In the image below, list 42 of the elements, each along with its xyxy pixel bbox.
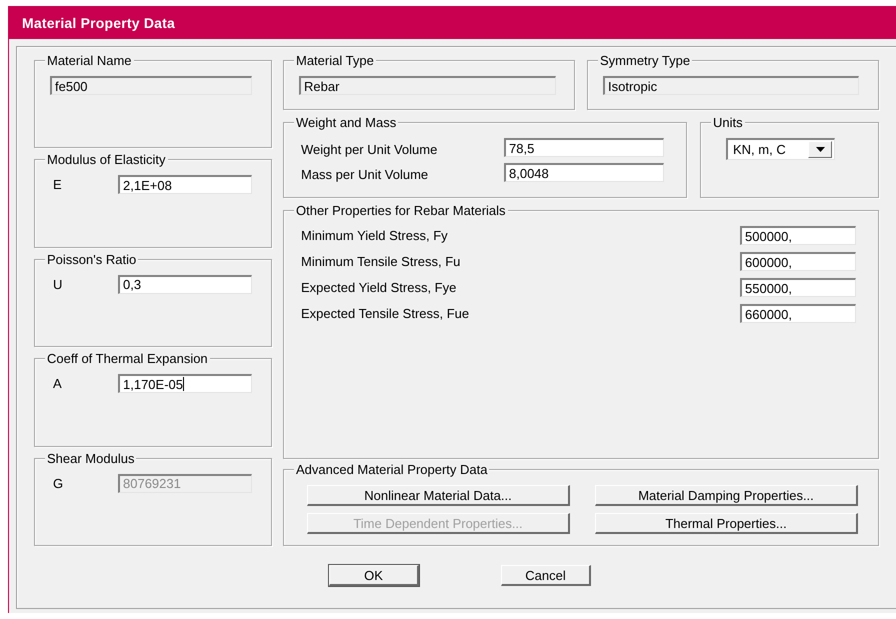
input-field[interactable]: 600000, (740, 252, 856, 271)
input-field[interactable]: Isotropic (603, 76, 859, 95)
group-label: Other Properties for Rebar Materials (294, 203, 508, 218)
symbol-label: U (52, 276, 64, 292)
field-label: Expected Tensile Stress, Fue (300, 306, 470, 321)
input-field[interactable]: 660000, (740, 304, 856, 323)
input-field[interactable]: 8,0048 (504, 163, 664, 182)
property-button[interactable]: Thermal Properties... (595, 513, 858, 534)
symbol-label: G (52, 476, 64, 491)
input-field[interactable]: 78,5 (504, 138, 664, 157)
group-label: Shear Modulus (45, 450, 136, 466)
symbol-label: E (52, 177, 63, 192)
input-field[interactable]: 2,1E+08 (118, 175, 252, 194)
input-field[interactable]: 0,3 (118, 274, 252, 294)
group-label: Material Name (45, 53, 134, 68)
input-field[interactable]: 550000, (740, 278, 856, 297)
group-label: Units (711, 115, 745, 130)
dialog-button[interactable]: OK (329, 565, 419, 586)
group-label: Weight and Mass (294, 115, 398, 130)
group-label: Coeff of Thermal Expansion (45, 351, 210, 366)
field-label: Mass per Unit Volume (300, 166, 428, 182)
dialog-button[interactable]: Cancel (501, 565, 591, 586)
input-field[interactable]: 1,170E-05 (118, 374, 252, 394)
property-button[interactable]: Nonlinear Material Data... (307, 485, 570, 506)
input-field[interactable]: fe500 (50, 76, 252, 95)
group-label: Poisson's Ratio (45, 252, 138, 267)
group-label: Modulus of Elasticity (45, 152, 168, 168)
symbol-label: A (52, 376, 63, 392)
group-label: Advanced Material Property Data (294, 462, 490, 477)
field-label: Minimum Tensile Stress, Fu (300, 254, 460, 269)
input-field[interactable]: Rebar (299, 76, 556, 95)
units-dropdown[interactable]: KN, m, C (726, 138, 835, 160)
group-label: Symmetry Type (598, 53, 692, 68)
caret-icon (816, 147, 824, 152)
field-label: Weight per Unit Volume (300, 141, 438, 157)
input-field[interactable]: 500000, (740, 226, 856, 245)
field-label: Minimum Yield Stress, Fy (300, 228, 448, 243)
field-label: Expected Yield Stress, Fye (300, 280, 456, 295)
window-title: Material Property Data (22, 14, 176, 30)
dropdown-button[interactable] (808, 141, 832, 158)
group-label: Material Type (294, 53, 376, 68)
property-button[interactable]: Material Damping Properties... (595, 485, 858, 506)
